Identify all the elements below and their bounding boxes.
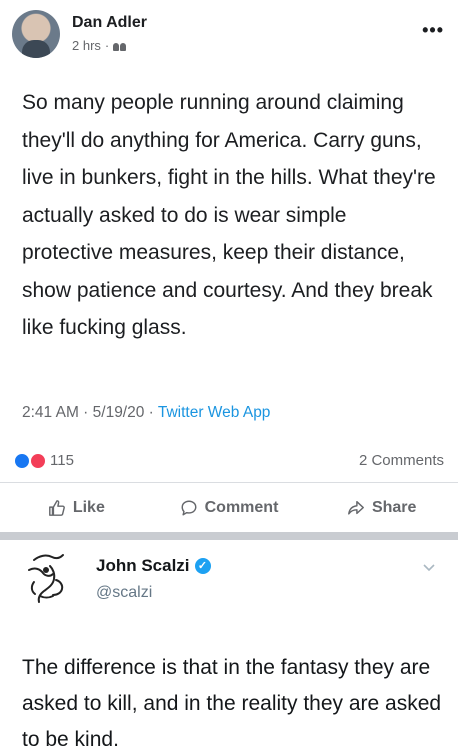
action-bar: Like Comment Share — [0, 482, 458, 532]
section-divider — [0, 532, 458, 540]
author-name[interactable]: Dan Adler — [72, 14, 147, 32]
verified-badge-icon: ✓ — [194, 558, 211, 574]
tweet-author-handle[interactable]: @scalzi — [96, 584, 152, 602]
share-label: Share — [371, 498, 417, 516]
tweet-time: 2:41 AM · 5/19/20 · — [22, 404, 158, 421]
scalzi-avatar[interactable] — [20, 548, 76, 610]
like-label: Like — [72, 498, 105, 516]
thumbs-up-icon — [48, 499, 65, 516]
comment-button[interactable]: Comment — [153, 483, 306, 532]
more-options-icon[interactable]: ••• — [422, 20, 444, 41]
tweet-text: The difference is that in the fantasy th… — [22, 656, 442, 750]
tweet-source: Twitter Web App — [157, 404, 271, 421]
like-reaction-icon — [14, 452, 30, 469]
post-meta: 2 hrs · — [72, 38, 127, 53]
meta-separator: · — [104, 38, 110, 53]
comment-label: Comment — [204, 498, 279, 516]
chevron-down-icon[interactable] — [422, 560, 436, 574]
friends-icon — [113, 41, 127, 51]
post-header: Dan Adler 2 hrs · ••• — [0, 0, 458, 60]
reaction-count: 115 — [50, 452, 74, 469]
post-time[interactable]: 2 hrs — [72, 38, 101, 53]
tweet-author-label: John Scalzi — [96, 556, 190, 575]
tweet-timestamp: 2:41 AM · 5/19/20 · Twitter Web App — [22, 404, 270, 422]
share-arrow-icon — [348, 500, 364, 515]
like-button[interactable]: Like — [0, 483, 153, 532]
comment-icon — [181, 500, 197, 515]
love-reaction-icon — [30, 452, 46, 469]
tweet-author-name[interactable]: John Scalzi ✓ — [96, 556, 211, 576]
reactions-summary[interactable]: 115 — [14, 452, 74, 469]
comments-count[interactable]: 2 Comments — [359, 452, 444, 469]
share-button[interactable]: Share — [305, 483, 458, 532]
author-avatar[interactable] — [12, 10, 60, 58]
post-text: So many people running around claiming t… — [22, 91, 436, 339]
